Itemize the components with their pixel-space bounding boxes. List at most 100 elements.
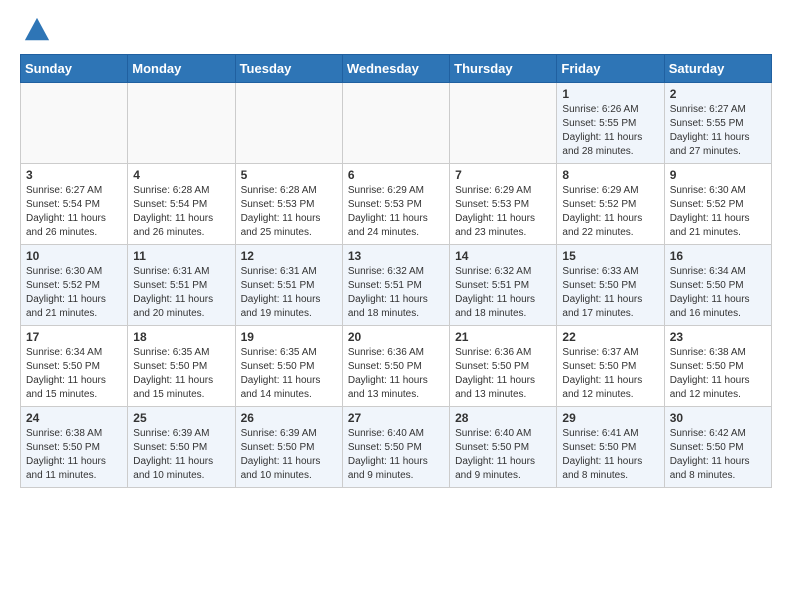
day-info: Sunrise: 6:26 AM Sunset: 5:55 PM Dayligh… [562, 103, 658, 159]
calendar-week-row: 10 Sunrise: 6:30 AM Sunset: 5:52 PM Dayli… [21, 245, 772, 326]
day-info: Sunrise: 6:39 AM Sunset: 5:50 PM Dayligh… [133, 427, 229, 483]
day-info: Sunrise: 6:41 AM Sunset: 5:50 PM Dayligh… [562, 427, 658, 483]
logo [20, 16, 51, 44]
day-number: 19 [241, 330, 337, 344]
calendar-day-header: Friday [557, 55, 664, 83]
day-info: Sunrise: 6:32 AM Sunset: 5:51 PM Dayligh… [455, 265, 551, 321]
calendar-day-cell: 1 Sunrise: 6:26 AM Sunset: 5:55 PM Daylig… [557, 83, 664, 164]
calendar-day-cell: 10 Sunrise: 6:30 AM Sunset: 5:52 PM Dayli… [21, 245, 128, 326]
calendar-day-cell: 16 Sunrise: 6:34 AM Sunset: 5:50 PM Dayli… [664, 245, 771, 326]
day-info: Sunrise: 6:31 AM Sunset: 5:51 PM Dayligh… [133, 265, 229, 321]
day-info: Sunrise: 6:35 AM Sunset: 5:50 PM Dayligh… [133, 346, 229, 402]
calendar-day-cell: 21 Sunrise: 6:36 AM Sunset: 5:50 PM Dayli… [450, 326, 557, 407]
calendar-day-cell: 12 Sunrise: 6:31 AM Sunset: 5:51 PM Dayli… [235, 245, 342, 326]
calendar-day-cell [21, 83, 128, 164]
day-info: Sunrise: 6:40 AM Sunset: 5:50 PM Dayligh… [455, 427, 551, 483]
day-info: Sunrise: 6:33 AM Sunset: 5:50 PM Dayligh… [562, 265, 658, 321]
calendar-week-row: 1 Sunrise: 6:26 AM Sunset: 5:55 PM Daylig… [21, 83, 772, 164]
day-number: 9 [670, 168, 766, 182]
day-info: Sunrise: 6:27 AM Sunset: 5:55 PM Dayligh… [670, 103, 766, 159]
calendar-day-cell: 13Sunrise: 6:32 AM Sunset: 5:51 PM Dayli… [342, 245, 449, 326]
calendar-day-cell: 23Sunrise: 6:38 AM Sunset: 5:50 PM Dayli… [664, 326, 771, 407]
calendar-day-cell: 20 Sunrise: 6:36 AM Sunset: 5:50 PM Dayli… [342, 326, 449, 407]
calendar-day-cell: 24 Sunrise: 6:38 AM Sunset: 5:50 PM Dayli… [21, 407, 128, 488]
day-number: 25 [133, 411, 229, 425]
calendar-day-cell: 5 Sunrise: 6:28 AM Sunset: 5:53 PM Daylig… [235, 164, 342, 245]
calendar-day-cell: 17 Sunrise: 6:34 AM Sunset: 5:50 PM Dayli… [21, 326, 128, 407]
calendar-day-cell [342, 83, 449, 164]
day-number: 12 [241, 249, 337, 263]
day-info: Sunrise: 6:34 AM Sunset: 5:50 PM Dayligh… [670, 265, 766, 321]
day-number: 21 [455, 330, 551, 344]
calendar-header-row: SundayMondayTuesdayWednesdayThursdayFrid… [21, 55, 772, 83]
header [20, 16, 772, 44]
day-info: Sunrise: 6:32 AM Sunset: 5:51 PM Dayligh… [348, 265, 444, 321]
day-info: Sunrise: 6:38 AM Sunset: 5:50 PM Dayligh… [26, 427, 122, 483]
day-number: 29 [562, 411, 658, 425]
day-number: 18 [133, 330, 229, 344]
calendar-day-cell: 25 Sunrise: 6:39 AM Sunset: 5:50 PM Dayli… [128, 407, 235, 488]
calendar-day-header: Tuesday [235, 55, 342, 83]
calendar-week-row: 17 Sunrise: 6:34 AM Sunset: 5:50 PM Dayli… [21, 326, 772, 407]
day-number: 6 [348, 168, 444, 182]
page: SundayMondayTuesdayWednesdayThursdayFrid… [0, 0, 792, 504]
day-info: Sunrise: 6:36 AM Sunset: 5:50 PM Dayligh… [348, 346, 444, 402]
calendar-day-cell [235, 83, 342, 164]
day-number: 28 [455, 411, 551, 425]
day-number: 15 [562, 249, 658, 263]
calendar-week-row: 24 Sunrise: 6:38 AM Sunset: 5:50 PM Dayli… [21, 407, 772, 488]
day-number: 14 [455, 249, 551, 263]
day-info: Sunrise: 6:36 AM Sunset: 5:50 PM Dayligh… [455, 346, 551, 402]
calendar-day-cell: 15 Sunrise: 6:33 AM Sunset: 5:50 PM Dayli… [557, 245, 664, 326]
calendar-week-row: 3 Sunrise: 6:27 AM Sunset: 5:54 PM Daylig… [21, 164, 772, 245]
calendar-day-cell: 19 Sunrise: 6:35 AM Sunset: 5:50 PM Dayli… [235, 326, 342, 407]
day-info: Sunrise: 6:27 AM Sunset: 5:54 PM Dayligh… [26, 184, 122, 240]
day-number: 27 [348, 411, 444, 425]
day-number: 24 [26, 411, 122, 425]
calendar-day-cell: 3 Sunrise: 6:27 AM Sunset: 5:54 PM Daylig… [21, 164, 128, 245]
day-info: Sunrise: 6:30 AM Sunset: 5:52 PM Dayligh… [670, 184, 766, 240]
day-number: 3 [26, 168, 122, 182]
calendar-day-cell: 27 Sunrise: 6:40 AM Sunset: 5:50 PM Dayli… [342, 407, 449, 488]
calendar-day-cell: 7 Sunrise: 6:29 AM Sunset: 5:53 PM Daylig… [450, 164, 557, 245]
day-info: Sunrise: 6:28 AM Sunset: 5:54 PM Dayligh… [133, 184, 229, 240]
day-number: 2 [670, 87, 766, 101]
day-number: 30 [670, 411, 766, 425]
calendar: SundayMondayTuesdayWednesdayThursdayFrid… [20, 54, 772, 488]
day-info: Sunrise: 6:35 AM Sunset: 5:50 PM Dayligh… [241, 346, 337, 402]
day-number: 4 [133, 168, 229, 182]
calendar-day-header: Thursday [450, 55, 557, 83]
day-number: 5 [241, 168, 337, 182]
calendar-day-cell: 14 Sunrise: 6:32 AM Sunset: 5:51 PM Dayli… [450, 245, 557, 326]
calendar-day-header: Monday [128, 55, 235, 83]
calendar-day-cell: 9 Sunrise: 6:30 AM Sunset: 5:52 PM Daylig… [664, 164, 771, 245]
calendar-day-cell: 11 Sunrise: 6:31 AM Sunset: 5:51 PM Dayli… [128, 245, 235, 326]
day-info: Sunrise: 6:29 AM Sunset: 5:53 PM Dayligh… [348, 184, 444, 240]
day-info: Sunrise: 6:28 AM Sunset: 5:53 PM Dayligh… [241, 184, 337, 240]
day-number: 1 [562, 87, 658, 101]
day-number: 23 [670, 330, 766, 344]
day-info: Sunrise: 6:37 AM Sunset: 5:50 PM Dayligh… [562, 346, 658, 402]
day-number: 17 [26, 330, 122, 344]
calendar-day-header: Sunday [21, 55, 128, 83]
day-info: Sunrise: 6:40 AM Sunset: 5:50 PM Dayligh… [348, 427, 444, 483]
day-info: Sunrise: 6:34 AM Sunset: 5:50 PM Dayligh… [26, 346, 122, 402]
logo-icon [23, 16, 51, 44]
calendar-day-cell: 8Sunrise: 6:29 AM Sunset: 5:52 PM Daylig… [557, 164, 664, 245]
day-number: 10 [26, 249, 122, 263]
day-info: Sunrise: 6:39 AM Sunset: 5:50 PM Dayligh… [241, 427, 337, 483]
day-number: 16 [670, 249, 766, 263]
day-number: 20 [348, 330, 444, 344]
calendar-day-cell: 26Sunrise: 6:39 AM Sunset: 5:50 PM Dayli… [235, 407, 342, 488]
day-info: Sunrise: 6:31 AM Sunset: 5:51 PM Dayligh… [241, 265, 337, 321]
calendar-day-cell: 2 Sunrise: 6:27 AM Sunset: 5:55 PM Daylig… [664, 83, 771, 164]
day-info: Sunrise: 6:29 AM Sunset: 5:53 PM Dayligh… [455, 184, 551, 240]
calendar-day-header: Wednesday [342, 55, 449, 83]
day-info: Sunrise: 6:30 AM Sunset: 5:52 PM Dayligh… [26, 265, 122, 321]
day-number: 11 [133, 249, 229, 263]
calendar-day-cell: 4 Sunrise: 6:28 AM Sunset: 5:54 PM Daylig… [128, 164, 235, 245]
calendar-day-header: Saturday [664, 55, 771, 83]
day-number: 7 [455, 168, 551, 182]
calendar-day-cell: 29 Sunrise: 6:41 AM Sunset: 5:50 PM Dayli… [557, 407, 664, 488]
calendar-day-cell: 22Sunrise: 6:37 AM Sunset: 5:50 PM Dayli… [557, 326, 664, 407]
